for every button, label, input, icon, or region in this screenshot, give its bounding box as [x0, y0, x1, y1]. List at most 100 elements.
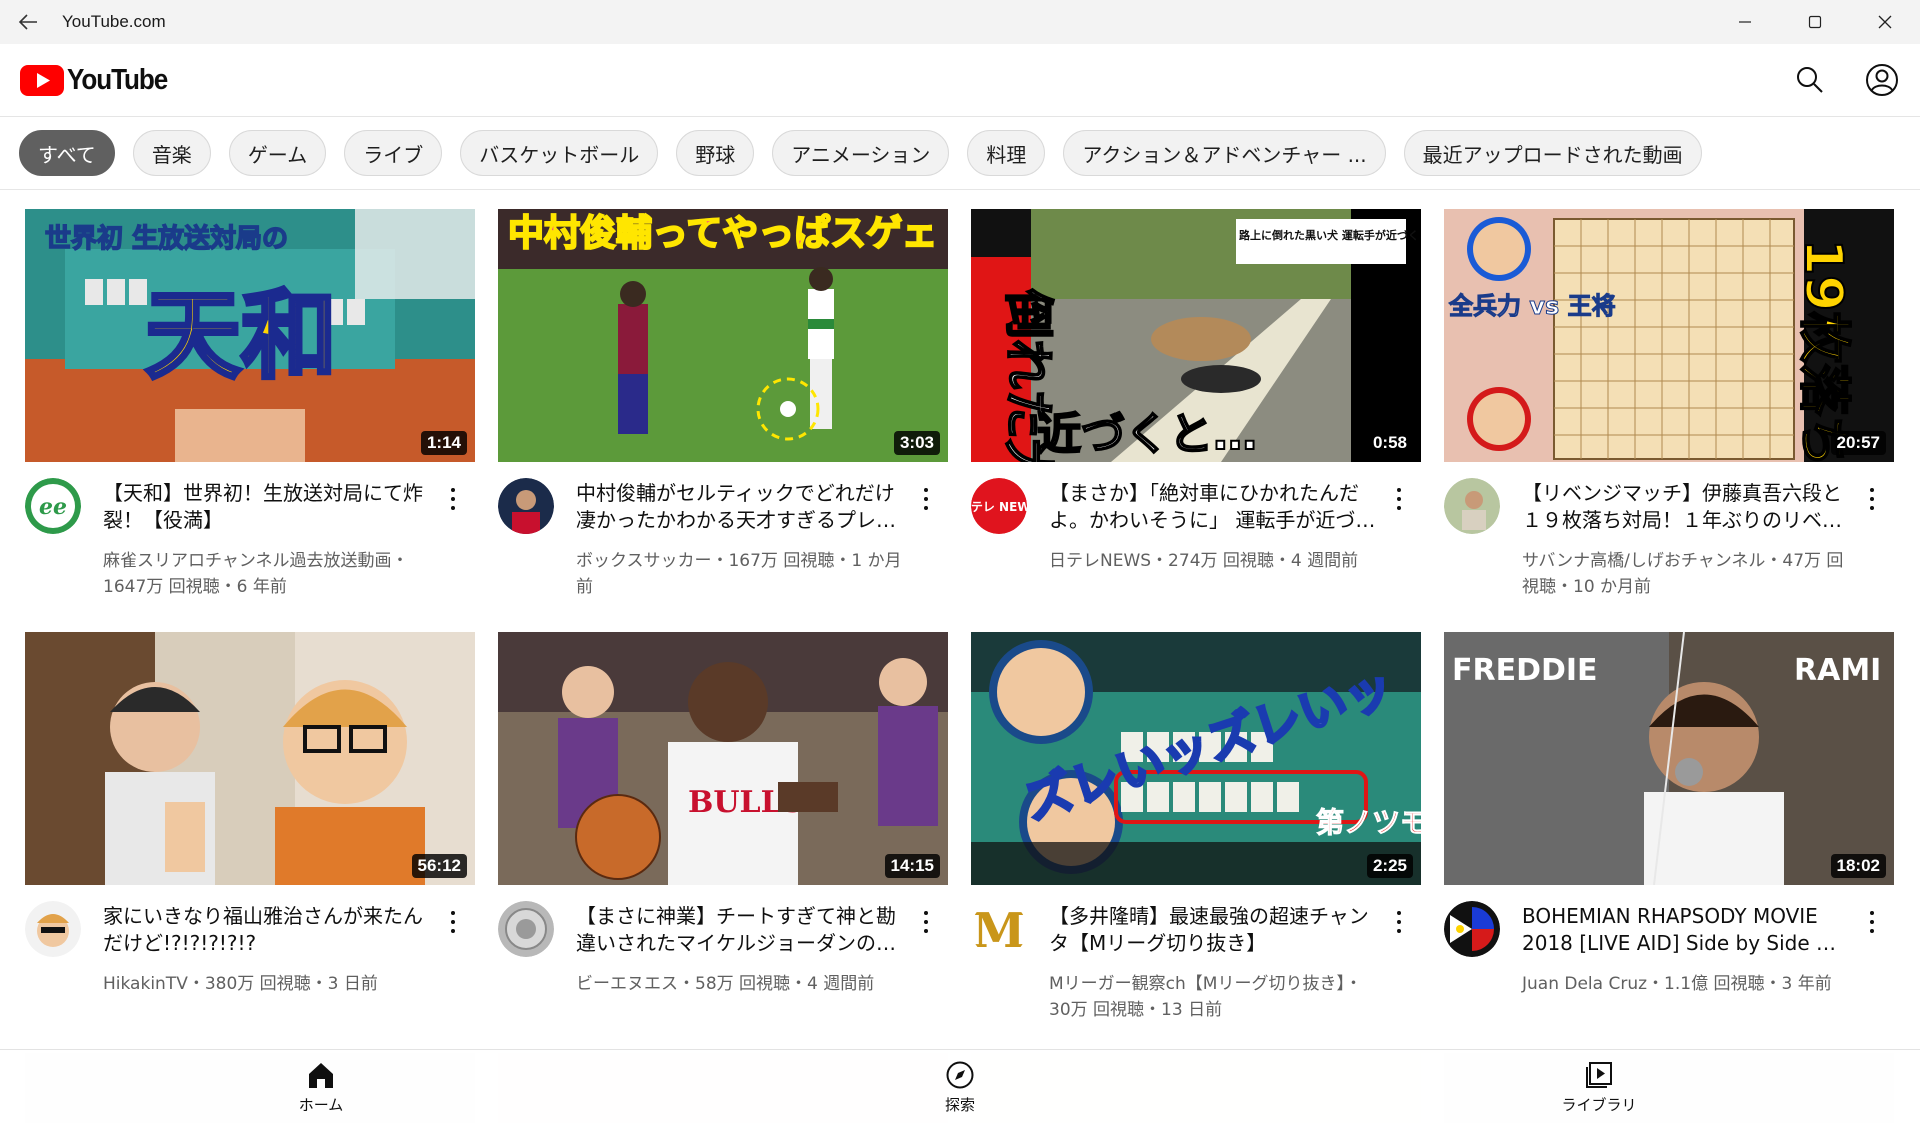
- svg-text:M: M: [972, 903, 1025, 957]
- channel-logo-icon: ee: [25, 478, 81, 534]
- duration-badge: 56:12: [411, 854, 467, 878]
- channel-avatar[interactable]: [1444, 901, 1500, 957]
- channel-avatar[interactable]: ee: [25, 478, 81, 534]
- video-title[interactable]: 中村俊輔がセルティックでどれだけ凄かったかわかる天才すぎるプレー集: [576, 480, 906, 534]
- chip-baseball[interactable]: 野球: [676, 130, 755, 176]
- more-options-icon[interactable]: [1389, 484, 1409, 514]
- back-arrow-icon: [18, 14, 37, 30]
- back-button[interactable]: [0, 0, 56, 44]
- video-title[interactable]: BOHEMIAN RHAPSODY MOVIE 2018 [LIVE AID] …: [1522, 903, 1852, 957]
- channel-avatar[interactable]: M: [971, 901, 1027, 957]
- account-button[interactable]: [1862, 60, 1902, 100]
- youtube-logo[interactable]: YouTube: [20, 64, 178, 97]
- video-thumbnail[interactable]: 56:12: [25, 632, 475, 885]
- channel-avatar[interactable]: [25, 901, 81, 957]
- video-card[interactable]: 世界初 生放送対局の 天和 1:14 ee 【天和】世界初！生放送対局にて炸裂！…: [25, 209, 475, 598]
- video-metadata: 日テレNEWS・274万 回視聴・4 週間前: [1049, 551, 1359, 571]
- nav-explore[interactable]: 探索: [900, 1060, 1020, 1115]
- video-card[interactable]: ズレいッズレいッ 第ノツモ 2:25 M 【多井隆晴】最速最強の超速チャンタ【M…: [971, 632, 1421, 1021]
- channel-logo-icon: 日テレ NEWS: [971, 478, 1027, 534]
- svg-text:FREDDIE: FREDDIE: [1452, 653, 1598, 688]
- video-card[interactable]: FREDDIE RAMI 18:02 BOHEMIAN RHAPSODY MOV…: [1444, 632, 1894, 1021]
- svg-text:世界初 生放送対局の: 世界初 生放送対局の: [45, 223, 288, 254]
- video-card[interactable]: 56:12 家にいきなり福山雅治さんが来たんだけど!?!?!?!?!? Hika…: [25, 632, 475, 1021]
- video-thumbnail[interactable]: 中村俊輔ってやっぱスゲェ 3:03: [498, 209, 948, 462]
- nav-home[interactable]: ホーム: [261, 1060, 381, 1115]
- duration-badge: 1:14: [420, 431, 467, 455]
- channel-logo-icon: M: [971, 901, 1027, 957]
- nav-explore-label: 探索: [944, 1096, 975, 1114]
- video-card[interactable]: 全兵力 vs 王将 19枚落ち 20:57 【リベンジマッチ】伊藤真吾六段と１９…: [1444, 209, 1894, 598]
- video-thumbnail[interactable]: 全兵力 vs 王将 19枚落ち 20:57: [1444, 209, 1894, 462]
- maximize-icon: [1808, 15, 1822, 29]
- thumbnail-image: BULLS: [498, 632, 948, 885]
- channel-logo-icon: [1444, 478, 1500, 534]
- channel-avatar[interactable]: [498, 478, 554, 534]
- chip-all[interactable]: すべて: [19, 130, 115, 176]
- duration-badge: 2:25: [1366, 854, 1413, 878]
- nav-home-label: ホーム: [298, 1096, 344, 1114]
- svg-text:ee: ee: [39, 494, 67, 520]
- video-thumbnail[interactable]: 世界初 生放送対局の 天和 1:14: [25, 209, 475, 462]
- close-button[interactable]: [1850, 0, 1920, 44]
- video-card[interactable]: 路上に倒れた黒い犬 運転手が近づくと… 倒れた犬 近づくと… 0:58 日テレ …: [971, 209, 1421, 598]
- chip-recently-uploaded[interactable]: 最近アップロードされた動画: [1403, 130, 1702, 176]
- bottom-navigation: ホーム 探索 ライブラリ: [0, 1049, 1920, 1123]
- maximize-button[interactable]: [1780, 0, 1850, 44]
- minimize-button[interactable]: [1710, 0, 1780, 44]
- more-options-icon[interactable]: [443, 484, 463, 514]
- chip-cooking[interactable]: 料理: [967, 130, 1046, 176]
- svg-text:路上に倒れた黒い犬 運転手が近づくと…: 路上に倒れた黒い犬 運転手が近づくと…: [1239, 228, 1421, 242]
- chip-basketball[interactable]: バスケットボール: [460, 130, 659, 176]
- chip-live[interactable]: ライブ: [344, 130, 443, 176]
- channel-avatar[interactable]: [1444, 478, 1500, 534]
- svg-text:日テレ NEWS: 日テレ NEWS: [971, 500, 1027, 514]
- video-title[interactable]: 【多井隆晴】最速最強の超速チャンタ【Mリーグ切り抜き】: [1049, 903, 1379, 957]
- duration-badge: 3:03: [893, 431, 940, 455]
- channel-avatar[interactable]: 日テレ NEWS: [971, 478, 1027, 534]
- app-header: YouTube: [0, 44, 1920, 117]
- video-metadata: HikakinTV・380万 回視聴・3 日前: [103, 974, 378, 994]
- duration-badge: 14:15: [884, 854, 940, 878]
- channel-avatar[interactable]: [498, 901, 554, 957]
- close-icon: [1878, 15, 1892, 29]
- more-options-icon[interactable]: [916, 907, 936, 937]
- more-options-icon[interactable]: [1862, 484, 1882, 514]
- nav-library[interactable]: ライブラリ: [1539, 1060, 1659, 1115]
- thumbnail-image: ズレいッズレいッ 第ノツモ: [971, 632, 1421, 885]
- library-icon: [1586, 1062, 1612, 1088]
- video-title[interactable]: 【まさか】「絶対車にひかれたんだよ。かわいそうに」 運転手が近づくと…: [1049, 480, 1379, 534]
- video-metadata: サバンナ高橋/しげおチャンネル・47万 回視聴・10 か月前: [1522, 551, 1844, 597]
- video-title[interactable]: 【リベンジマッチ】伊藤真吾六段と１９枚落ち対局！１年ぶりのリベンジ: [1522, 480, 1852, 534]
- channel-logo-icon: [1444, 901, 1500, 957]
- svg-text:RAMI: RAMI: [1794, 653, 1881, 688]
- chip-action-adventure[interactable]: アクション＆アドベンチャー ...: [1063, 130, 1386, 176]
- thumbnail-image: FREDDIE RAMI: [1444, 632, 1894, 885]
- video-metadata: Mリーガー観察ch【Mリーグ切り抜き】・30万 回視聴・13 日前: [1049, 974, 1362, 1020]
- svg-text:全兵力 vs 王将: 全兵力 vs 王将: [1448, 292, 1616, 320]
- video-thumbnail[interactable]: 路上に倒れた黒い犬 運転手が近づくと… 倒れた犬 近づくと… 0:58: [971, 209, 1421, 462]
- chip-music[interactable]: 音楽: [132, 130, 211, 176]
- video-metadata: ビーエヌエス・58万 回視聴・4 週間前: [576, 974, 875, 994]
- video-thumbnail[interactable]: ズレいッズレいッ 第ノツモ 2:25: [971, 632, 1421, 885]
- more-options-icon[interactable]: [1862, 907, 1882, 937]
- duration-badge: 18:02: [1830, 854, 1886, 878]
- video-thumbnail[interactable]: BULLS 14:15: [498, 632, 948, 885]
- video-metadata: 麻雀スリアロチャンネル過去放送動画・1647万 回視聴・6 年前: [103, 551, 409, 597]
- search-button[interactable]: [1790, 60, 1830, 100]
- more-options-icon[interactable]: [916, 484, 936, 514]
- video-title[interactable]: 【天和】世界初！生放送対局にて炸裂！【役満】: [103, 480, 433, 534]
- video-card[interactable]: BULLS 14:15 【まさに神業】チートすぎて神と勘違いされたマイケルジョー…: [498, 632, 948, 1021]
- more-options-icon[interactable]: [1389, 907, 1409, 937]
- video-card[interactable]: 中村俊輔ってやっぱスゲェ 3:03 中村俊輔がセルティックでどれだけ凄かったかわ…: [498, 209, 948, 598]
- minimize-icon: [1739, 21, 1751, 23]
- chip-animation[interactable]: アニメーション: [772, 130, 950, 176]
- video-title[interactable]: 【まさに神業】チートすぎて神と勘違いされたマイケルジョーダンのプレー: [576, 903, 906, 957]
- svg-text:第ノツモ: 第ノツモ: [1316, 806, 1421, 839]
- window-title: YouTube.com: [62, 12, 166, 31]
- chip-gaming[interactable]: ゲーム: [228, 130, 327, 176]
- video-thumbnail[interactable]: FREDDIE RAMI 18:02: [1444, 632, 1894, 885]
- more-options-icon[interactable]: [443, 907, 463, 937]
- thumbnail-image: [25, 632, 475, 885]
- video-title[interactable]: 家にいきなり福山雅治さんが来たんだけど!?!?!?!?!?: [103, 903, 433, 957]
